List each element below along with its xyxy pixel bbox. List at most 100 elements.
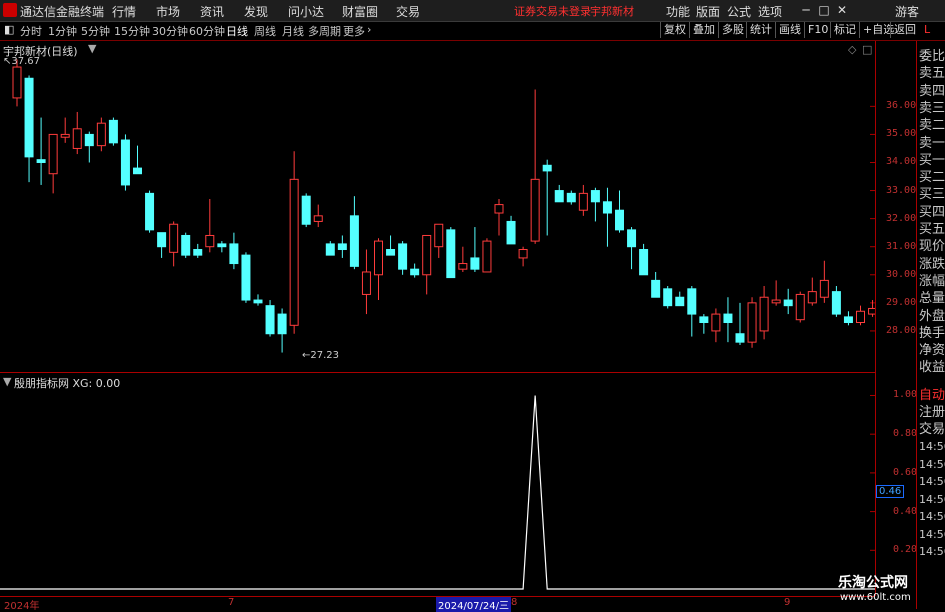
candle-up	[807, 291, 817, 304]
indicator-chart[interactable]	[0, 376, 875, 594]
main-y-tick: 33.00	[886, 184, 917, 196]
candle-down	[181, 234, 191, 256]
candle-down	[735, 333, 745, 343]
candle-down	[843, 316, 853, 324]
quote-row-label: 收益	[919, 360, 945, 376]
panel-action-2[interactable]: 交易	[919, 418, 945, 437]
candle-down	[193, 249, 203, 256]
period-60min[interactable]: 60分钟	[189, 23, 225, 39]
candle-down	[253, 299, 263, 304]
quote-row-label: 卖三	[919, 100, 945, 116]
pane-divider[interactable]	[0, 372, 875, 373]
toolbar-huaxian-button[interactable]: 画线	[775, 22, 804, 38]
quote-row-label: 换手	[919, 325, 945, 341]
candle-down	[446, 229, 456, 279]
toolbar-duogu-button[interactable]: 多股	[718, 22, 747, 38]
sub-y-tick: 0.20	[893, 544, 918, 556]
menu-item-wenxiaoda[interactable]: 问小达	[288, 3, 324, 20]
low-price-label: ←27.23	[302, 350, 340, 361]
maximize-icon[interactable]: □	[816, 2, 832, 18]
main-y-tick: 32.00	[886, 212, 917, 224]
candle-down	[265, 305, 275, 335]
toolbar-diejia-button[interactable]: 叠加	[689, 22, 718, 38]
candle-up	[494, 204, 504, 214]
menu-item-gongneng[interactable]: 功能	[666, 3, 690, 20]
period-30min[interactable]: 30分钟	[152, 23, 188, 39]
quote-row-label: 买一	[919, 152, 945, 168]
menu-bar: 通达信金融终端 行情 市场 资讯 发现 问小达 财富圈 交易 证券交易未登录 宇…	[0, 0, 945, 22]
stock-name-header: 宇邦新材	[590, 5, 634, 18]
toolbar-tongji-button[interactable]: 统计	[746, 22, 775, 38]
menu-item-caifuquan[interactable]: 财富圈	[342, 3, 378, 20]
candle-down	[675, 296, 685, 307]
candle-down	[590, 190, 600, 203]
period-weekly[interactable]: 周线	[254, 23, 276, 39]
period-more[interactable]: 更多	[343, 23, 365, 39]
candle-down	[36, 159, 46, 163]
candlestick-chart[interactable]	[0, 41, 875, 371]
sub-y-tick: 0.60	[893, 466, 918, 478]
toolbar-f10-button[interactable]: F10	[804, 22, 831, 38]
main-y-tick: 31.00	[886, 240, 917, 252]
user-label[interactable]: 游客	[895, 3, 919, 20]
toolbar-right-icon[interactable]: L	[924, 23, 930, 36]
right-quote-panel: 委比 卖五 卖四 卖三 卖二 卖一 买一 买二 买三 买四 买五 现价 涨跌 涨幅 总量 外盘 换手 净资 收益 自动…	[917, 41, 945, 609]
watermark-title: 乐淘公式网	[838, 575, 908, 591]
toolbar-back-button[interactable]: 返回	[890, 22, 919, 38]
menu-item-banmian[interactable]: 版面	[696, 3, 720, 20]
candle-up	[771, 299, 781, 304]
menu-item-zixun[interactable]: 资讯	[200, 3, 224, 20]
quote-row-label: 买四	[919, 204, 945, 220]
menu-item-hangqing[interactable]: 行情	[112, 3, 136, 20]
period-multi[interactable]: 多周期	[308, 23, 341, 39]
period-fenshi[interactable]: 分时	[20, 23, 42, 39]
candle-down	[566, 192, 576, 203]
period-1min[interactable]: 1分钟	[48, 23, 77, 39]
candle-down	[84, 133, 94, 147]
period-5min[interactable]: 5分钟	[81, 23, 110, 39]
x-label-cursor-date: 2024/07/24/三	[436, 597, 512, 612]
candle-down	[831, 291, 841, 315]
quote-row-label: 卖五	[919, 66, 945, 82]
candle-up	[48, 133, 58, 175]
period-daily[interactable]: 日线	[226, 23, 248, 39]
candle-down	[639, 249, 649, 276]
trade-status[interactable]: 证券交易未登录	[514, 3, 591, 19]
candle-down	[783, 299, 793, 307]
close-icon[interactable]: ✕	[834, 2, 850, 18]
candle-up	[96, 122, 106, 147]
app-logo-icon	[3, 3, 17, 17]
minimize-icon[interactable]: ─	[798, 2, 814, 18]
main-y-tick: 28.00	[886, 324, 917, 336]
candle-down	[602, 201, 612, 214]
menu-item-jiaoyi[interactable]: 交易	[396, 3, 420, 20]
quote-row-label: 买二	[919, 170, 945, 186]
candle-down	[627, 229, 637, 248]
sub-y-tick: 0.40	[893, 505, 918, 517]
toolbar-left-icon[interactable]: ◧	[4, 23, 14, 36]
candle-down	[554, 190, 564, 203]
candle-up	[518, 249, 528, 259]
candle-down	[410, 268, 420, 276]
watermark-url: www.60lt.com	[840, 592, 911, 603]
menu-item-faxian[interactable]: 发现	[244, 3, 268, 20]
main-y-tick: 29.00	[886, 296, 917, 308]
tick-time: 14:56	[919, 440, 945, 453]
candle-down	[386, 249, 396, 256]
quote-row-label: 涨幅	[919, 273, 945, 289]
menu-item-shichang[interactable]: 市场	[156, 3, 180, 20]
period-toolbar: ◧ 分时 1分钟 5分钟 15分钟 30分钟 60分钟 日线 周线 月线 多周期…	[0, 22, 945, 41]
menu-item-xuanxiang[interactable]: 选项	[758, 3, 782, 20]
candle-down	[24, 77, 34, 158]
quote-row-label: 买五	[919, 222, 945, 237]
menu-item-gongshi[interactable]: 公式	[727, 3, 751, 20]
quote-row-label: 卖一	[919, 135, 945, 151]
toolbar-fuquan-button[interactable]: 复权	[660, 22, 689, 38]
candle-down	[229, 243, 239, 265]
period-15min[interactable]: 15分钟	[114, 23, 150, 39]
quote-row-label: 净资	[919, 343, 945, 359]
toolbar-biaoji-button[interactable]: 标记	[830, 22, 859, 38]
chevron-right-icon[interactable]: ›	[367, 23, 371, 36]
candle-up	[434, 223, 444, 248]
period-monthly[interactable]: 月线	[282, 23, 304, 39]
